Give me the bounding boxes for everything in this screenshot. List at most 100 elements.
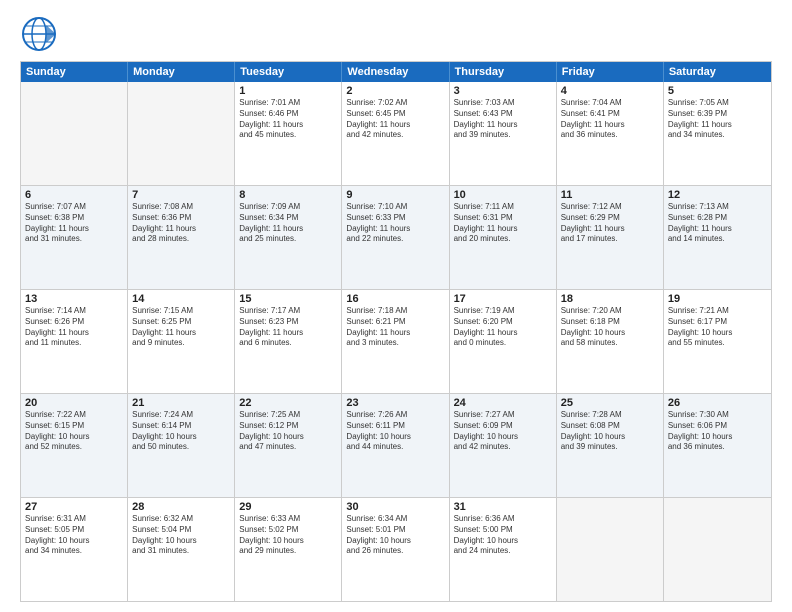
calendar-cell: 28Sunrise: 6:32 AMSunset: 5:04 PMDayligh… xyxy=(128,498,235,601)
cell-info-line: Sunrise: 7:10 AM xyxy=(346,202,444,213)
cell-info-line: Daylight: 11 hours xyxy=(239,328,337,339)
header-cell-monday: Monday xyxy=(128,62,235,82)
cell-info-line: and 31 minutes. xyxy=(132,546,230,557)
cell-info-line: Daylight: 11 hours xyxy=(561,224,659,235)
cell-info-line: Sunset: 6:46 PM xyxy=(239,109,337,120)
cell-info-line: and 47 minutes. xyxy=(239,442,337,453)
day-number: 23 xyxy=(346,397,444,409)
cell-info-line: and 39 minutes. xyxy=(454,130,552,141)
day-number: 19 xyxy=(668,293,767,305)
calendar-cell: 3Sunrise: 7:03 AMSunset: 6:43 PMDaylight… xyxy=(450,82,557,185)
cell-info-line: and 36 minutes. xyxy=(668,442,767,453)
cell-info-line: and 44 minutes. xyxy=(346,442,444,453)
header-cell-friday: Friday xyxy=(557,62,664,82)
cell-info-line: Sunrise: 7:18 AM xyxy=(346,306,444,317)
cell-info-line: Daylight: 10 hours xyxy=(346,536,444,547)
cell-info-line: Sunset: 6:26 PM xyxy=(25,317,123,328)
cell-info-line: and 0 minutes. xyxy=(454,338,552,349)
cell-info-line: Sunrise: 7:28 AM xyxy=(561,410,659,421)
day-number: 18 xyxy=(561,293,659,305)
cell-info-line: and 17 minutes. xyxy=(561,234,659,245)
calendar-cell: 20Sunrise: 7:22 AMSunset: 6:15 PMDayligh… xyxy=(21,394,128,497)
cell-info-line: Sunset: 6:33 PM xyxy=(346,213,444,224)
calendar-cell: 16Sunrise: 7:18 AMSunset: 6:21 PMDayligh… xyxy=(342,290,449,393)
logo xyxy=(20,15,60,53)
header-cell-sunday: Sunday xyxy=(21,62,128,82)
calendar-cell: 11Sunrise: 7:12 AMSunset: 6:29 PMDayligh… xyxy=(557,186,664,289)
cell-info-line: Sunset: 6:38 PM xyxy=(25,213,123,224)
cell-info-line: Daylight: 10 hours xyxy=(346,432,444,443)
cell-info-line: Sunset: 6:23 PM xyxy=(239,317,337,328)
cell-info-line: Sunset: 6:45 PM xyxy=(346,109,444,120)
day-number: 20 xyxy=(25,397,123,409)
cell-info-line: Sunset: 6:43 PM xyxy=(454,109,552,120)
cell-info-line: Sunrise: 6:33 AM xyxy=(239,514,337,525)
cell-info-line: Sunrise: 7:13 AM xyxy=(668,202,767,213)
cell-info-line: and 25 minutes. xyxy=(239,234,337,245)
cell-info-line: Sunset: 6:06 PM xyxy=(668,421,767,432)
cell-info-line: Sunrise: 7:08 AM xyxy=(132,202,230,213)
cell-info-line: Sunset: 6:36 PM xyxy=(132,213,230,224)
cell-info-line: Sunrise: 6:31 AM xyxy=(25,514,123,525)
cell-info-line: Daylight: 10 hours xyxy=(132,536,230,547)
day-number: 7 xyxy=(132,189,230,201)
cell-info-line: Sunrise: 7:12 AM xyxy=(561,202,659,213)
cell-info-line: and 42 minutes. xyxy=(454,442,552,453)
cell-info-line: Daylight: 10 hours xyxy=(454,432,552,443)
day-number: 9 xyxy=(346,189,444,201)
day-number: 1 xyxy=(239,85,337,97)
cell-info-line: Sunset: 6:21 PM xyxy=(346,317,444,328)
cell-info-line: Daylight: 11 hours xyxy=(346,120,444,131)
cell-info-line: Sunrise: 7:02 AM xyxy=(346,98,444,109)
cell-info-line: Sunrise: 7:01 AM xyxy=(239,98,337,109)
cell-info-line: and 36 minutes. xyxy=(561,130,659,141)
cell-info-line: Daylight: 10 hours xyxy=(239,432,337,443)
logo-icon xyxy=(20,15,58,53)
cell-info-line: Sunrise: 6:34 AM xyxy=(346,514,444,525)
cell-info-line: Sunrise: 7:21 AM xyxy=(668,306,767,317)
cell-info-line: Daylight: 10 hours xyxy=(25,536,123,547)
calendar-cell: 21Sunrise: 7:24 AMSunset: 6:14 PMDayligh… xyxy=(128,394,235,497)
calendar-cell: 31Sunrise: 6:36 AMSunset: 5:00 PMDayligh… xyxy=(450,498,557,601)
cell-info-line: Sunrise: 7:27 AM xyxy=(454,410,552,421)
cell-info-line: Sunrise: 6:32 AM xyxy=(132,514,230,525)
cell-info-line: Daylight: 11 hours xyxy=(454,224,552,235)
day-number: 14 xyxy=(132,293,230,305)
cell-info-line: Sunset: 6:28 PM xyxy=(668,213,767,224)
day-number: 28 xyxy=(132,501,230,513)
cell-info-line: Daylight: 11 hours xyxy=(668,120,767,131)
cell-info-line: and 6 minutes. xyxy=(239,338,337,349)
day-number: 10 xyxy=(454,189,552,201)
cell-info-line: and 42 minutes. xyxy=(346,130,444,141)
calendar-cell: 24Sunrise: 7:27 AMSunset: 6:09 PMDayligh… xyxy=(450,394,557,497)
day-number: 29 xyxy=(239,501,337,513)
header-cell-wednesday: Wednesday xyxy=(342,62,449,82)
calendar-cell: 18Sunrise: 7:20 AMSunset: 6:18 PMDayligh… xyxy=(557,290,664,393)
cell-info-line: Sunset: 5:05 PM xyxy=(25,525,123,536)
calendar-cell: 2Sunrise: 7:02 AMSunset: 6:45 PMDaylight… xyxy=(342,82,449,185)
day-number: 13 xyxy=(25,293,123,305)
cell-info-line: Daylight: 10 hours xyxy=(561,328,659,339)
cell-info-line: Sunset: 6:18 PM xyxy=(561,317,659,328)
cell-info-line: and 55 minutes. xyxy=(668,338,767,349)
day-number: 30 xyxy=(346,501,444,513)
calendar-cell: 25Sunrise: 7:28 AMSunset: 6:08 PMDayligh… xyxy=(557,394,664,497)
calendar-cell: 12Sunrise: 7:13 AMSunset: 6:28 PMDayligh… xyxy=(664,186,771,289)
day-number: 31 xyxy=(454,501,552,513)
cell-info-line: Sunset: 6:09 PM xyxy=(454,421,552,432)
day-number: 11 xyxy=(561,189,659,201)
calendar-cell xyxy=(128,82,235,185)
cell-info-line: and 22 minutes. xyxy=(346,234,444,245)
cell-info-line: Daylight: 11 hours xyxy=(346,328,444,339)
calendar-cell: 6Sunrise: 7:07 AMSunset: 6:38 PMDaylight… xyxy=(21,186,128,289)
cell-info-line: and 50 minutes. xyxy=(132,442,230,453)
cell-info-line: Daylight: 11 hours xyxy=(25,328,123,339)
calendar-cell: 5Sunrise: 7:05 AMSunset: 6:39 PMDaylight… xyxy=(664,82,771,185)
cell-info-line: and 45 minutes. xyxy=(239,130,337,141)
cell-info-line: Daylight: 11 hours xyxy=(132,328,230,339)
day-number: 22 xyxy=(239,397,337,409)
cell-info-line: Daylight: 10 hours xyxy=(668,432,767,443)
calendar-body: 1Sunrise: 7:01 AMSunset: 6:46 PM Daylight… xyxy=(21,82,771,601)
cell-info-line: Sunrise: 7:11 AM xyxy=(454,202,552,213)
cell-info-line: Sunset: 5:04 PM xyxy=(132,525,230,536)
